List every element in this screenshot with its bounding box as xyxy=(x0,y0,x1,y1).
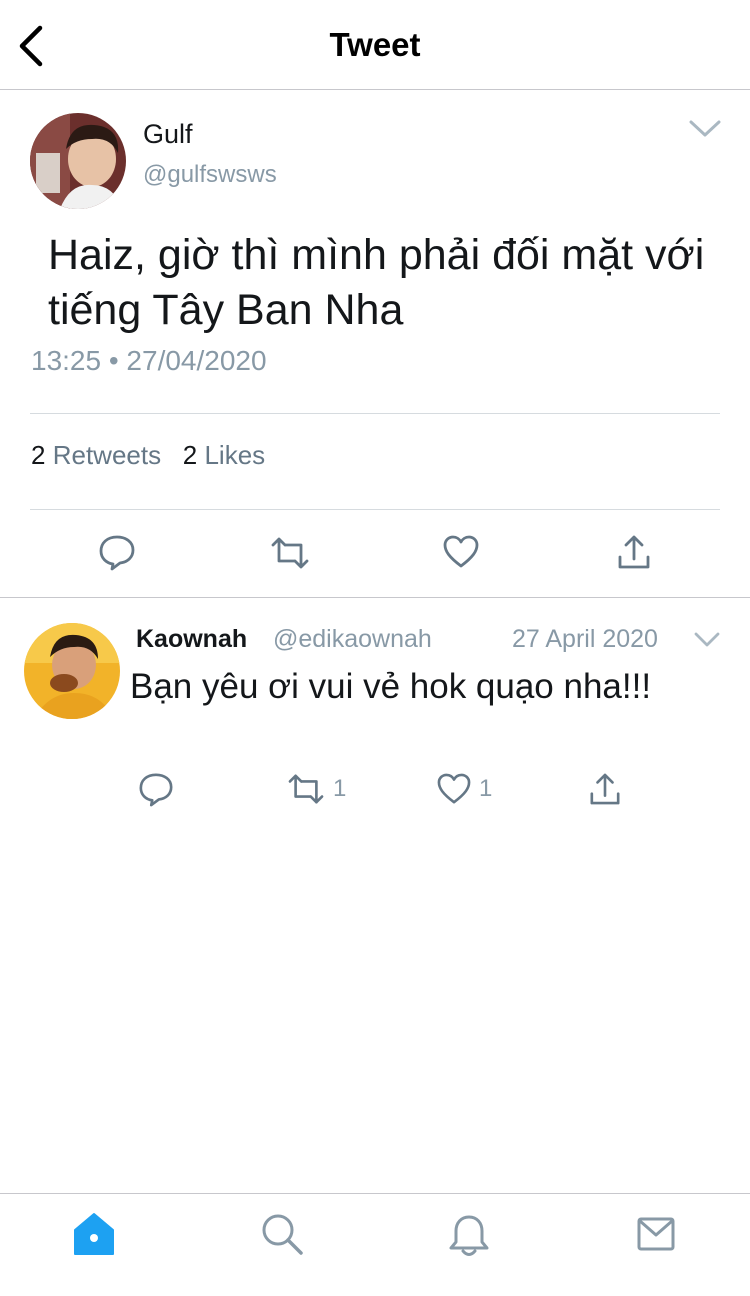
divider xyxy=(30,509,720,510)
likes-count: 2 xyxy=(182,440,198,470)
retweet-button[interactable] xyxy=(270,535,310,571)
notifications-icon xyxy=(449,1215,489,1256)
tab-search[interactable] xyxy=(260,1212,304,1261)
like-icon xyxy=(443,535,479,568)
reply-author-avatar[interactable] xyxy=(24,623,120,719)
author-handle[interactable]: @gulfswsws xyxy=(143,161,277,189)
retweets-stat[interactable]: 2 Retweets xyxy=(31,440,161,470)
reply-like-count: 1 xyxy=(479,775,493,802)
reply-options-button[interactable] xyxy=(693,631,721,649)
reply-like-button[interactable]: 1 xyxy=(437,773,492,805)
likes-label: Likes xyxy=(204,440,266,470)
share-button[interactable] xyxy=(617,533,651,571)
tweet-stats: 2 Retweets 2 Likes xyxy=(31,440,265,471)
reply-date: 27 April 2020 xyxy=(512,625,658,653)
page-title: Tweet xyxy=(329,26,421,63)
tab-home[interactable] xyxy=(72,1211,116,1262)
tweet-text: Haiz, giờ thì mình phải đối mặt với tiến… xyxy=(48,231,705,334)
author-name[interactable]: Gulf xyxy=(143,119,193,150)
retweets-label: Retweets xyxy=(52,440,162,470)
reply-retweet-button[interactable]: 1 xyxy=(287,772,346,806)
home-icon xyxy=(74,1213,114,1255)
tweet-options-button[interactable] xyxy=(688,118,722,140)
retweets-count: 2 xyxy=(31,440,46,470)
section-separator xyxy=(0,597,750,598)
share-icon xyxy=(590,773,620,805)
share-icon xyxy=(618,535,650,569)
reply-author-name[interactable]: Kaownah xyxy=(136,625,247,654)
reply-author-handle[interactable]: @edikaownah xyxy=(273,625,432,654)
tweet-timestamp: 13:25 • 27/04/2020 xyxy=(31,345,267,376)
divider xyxy=(30,413,720,414)
chevron-down-icon xyxy=(694,632,720,647)
reply-icon xyxy=(139,773,173,807)
reply-share-button[interactable] xyxy=(589,771,621,807)
reply-reply-button[interactable] xyxy=(138,771,174,807)
reply-button[interactable] xyxy=(98,533,136,571)
retweet-icon xyxy=(288,774,324,804)
author-avatar[interactable] xyxy=(30,113,126,209)
reply-icon xyxy=(99,535,135,571)
reply-text: Bạn yêu ơi vui vẻ hok quạo nha!!! xyxy=(130,667,652,706)
tab-messages[interactable] xyxy=(637,1216,675,1257)
like-button[interactable] xyxy=(443,535,479,569)
reply-retweet-count: 1 xyxy=(333,775,347,802)
messages-icon xyxy=(637,1217,675,1251)
likes-stat[interactable]: 2 Likes xyxy=(183,440,265,470)
like-icon xyxy=(437,773,471,804)
tab-notifications[interactable] xyxy=(448,1212,490,1263)
search-icon xyxy=(262,1214,303,1255)
chevron-down-icon xyxy=(689,120,721,137)
retweet-icon xyxy=(271,537,309,569)
